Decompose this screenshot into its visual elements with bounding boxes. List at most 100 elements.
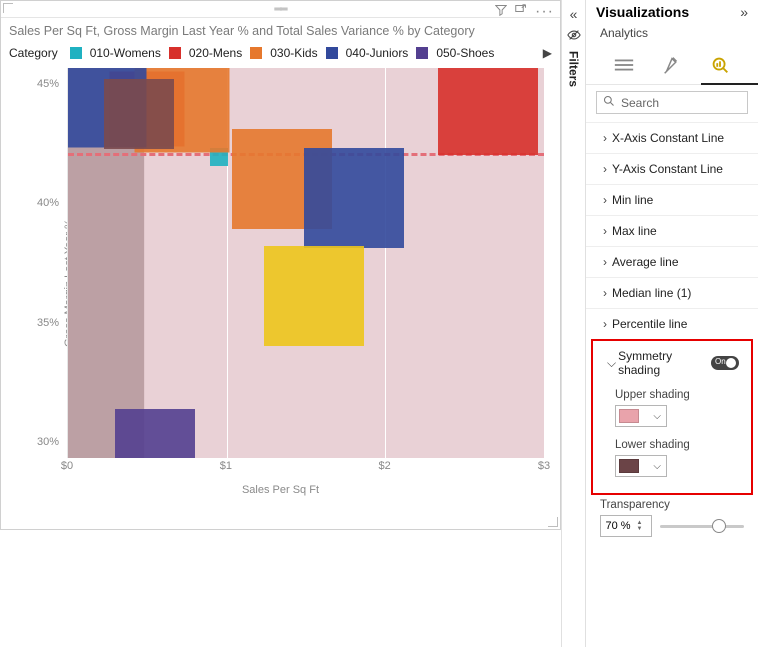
visualizations-title: Visualizations xyxy=(596,4,689,20)
y-tick: 35% xyxy=(35,317,59,329)
filters-visibility-icon[interactable] xyxy=(567,28,581,45)
x-axis-ticks: $0 $1 $2 $3 xyxy=(67,460,544,478)
y-tick: 40% xyxy=(35,197,59,209)
section-label: X-Axis Constant Line xyxy=(612,131,724,145)
resize-handle-tl[interactable] xyxy=(2,2,14,14)
section-label: Percentile line xyxy=(612,317,687,331)
chevron-down-icon: ⌵ xyxy=(653,411,661,422)
chart-visual-card: ══ ··· Sales Per Sq Ft, Gross Margin Las… xyxy=(0,0,561,530)
section-min-line[interactable]: › Min line xyxy=(586,184,758,215)
x-axis-title: Sales Per Sq Ft xyxy=(1,480,560,496)
lower-shading-color-picker[interactable]: ⌵ xyxy=(615,455,667,477)
x-tick: $3 xyxy=(538,460,550,472)
pane-tabs xyxy=(586,50,758,85)
legend-swatch xyxy=(70,47,82,59)
data-mark[interactable] xyxy=(264,246,364,346)
x-tick: $1 xyxy=(220,460,232,472)
search-input[interactable]: Search xyxy=(596,91,748,114)
chevron-right-icon: › xyxy=(598,255,612,269)
drag-grip-icon[interactable]: ══ xyxy=(274,4,286,15)
lower-shading-label: Lower shading xyxy=(593,435,751,451)
legend-swatch xyxy=(326,47,338,59)
data-mark[interactable] xyxy=(104,79,174,149)
section-label: Symmetry shading xyxy=(618,349,711,377)
transparency-label: Transparency xyxy=(586,495,758,511)
y-axis-ticks: 45% 40% 35% 30% xyxy=(31,68,63,458)
lower-shading-swatch xyxy=(619,459,639,473)
chevron-down-icon: ⌵ xyxy=(653,461,661,472)
toggle-on-label: On xyxy=(715,357,726,366)
chevron-right-icon: › xyxy=(598,131,612,145)
legend-swatch xyxy=(169,47,181,59)
legend-title: Category xyxy=(9,46,58,60)
search-icon xyxy=(603,95,615,110)
visualizations-pane: Visualizations » Analytics Search › X-Ax… xyxy=(585,0,758,647)
plot-area[interactable] xyxy=(67,68,544,458)
y-tick: 45% xyxy=(35,78,59,90)
data-mark[interactable] xyxy=(438,68,538,155)
tab-fields[interactable] xyxy=(600,50,648,84)
section-y-axis-constant-line[interactable]: › Y-Axis Constant Line xyxy=(586,153,758,184)
filters-pane-label[interactable]: Filters xyxy=(567,51,581,87)
chevron-right-icon: › xyxy=(598,162,612,176)
section-x-axis-constant-line[interactable]: › X-Axis Constant Line xyxy=(586,122,758,153)
x-tick: $0 xyxy=(61,460,73,472)
section-label: Max line xyxy=(612,224,657,238)
chevron-right-icon: › xyxy=(598,317,612,331)
section-label: Median line (1) xyxy=(612,286,691,300)
slider-thumb[interactable] xyxy=(712,519,726,533)
chevron-down-icon: ⌵ xyxy=(605,356,618,371)
section-symmetry-shading[interactable]: ⌵ Symmetry shading On xyxy=(593,341,751,385)
chart-legend: Category 010-Womens 020-Mens 030-Kids 04… xyxy=(1,40,560,68)
chevron-right-icon: › xyxy=(598,224,612,238)
y-tick: 30% xyxy=(35,436,59,448)
section-label: Y-Axis Constant Line xyxy=(612,162,723,176)
legend-label: 040-Juniors xyxy=(346,46,409,60)
active-tab-indicator xyxy=(701,83,758,85)
legend-label: 010-Womens xyxy=(90,46,161,60)
focus-mode-icon[interactable] xyxy=(515,3,527,21)
upper-shading-color-picker[interactable]: ⌵ xyxy=(615,405,667,427)
legend-label: 030-Kids xyxy=(270,46,317,60)
chevron-right-icon: › xyxy=(598,286,612,300)
slider-track xyxy=(660,525,744,528)
visual-toolbar: ··· xyxy=(495,3,554,21)
legend-label: 020-Mens xyxy=(189,46,242,60)
filters-pane-collapsed: « Filters xyxy=(561,0,585,647)
legend-label: 050-Shoes xyxy=(436,46,494,60)
symmetry-toggle[interactable]: On xyxy=(711,356,739,370)
chart-title: Sales Per Sq Ft, Gross Margin Last Year … xyxy=(1,18,560,40)
section-percentile-line[interactable]: › Percentile line xyxy=(586,308,758,339)
legend-swatch xyxy=(250,47,262,59)
transparency-slider[interactable] xyxy=(660,516,744,536)
transparency-input[interactable]: 70 % ▲▼ xyxy=(600,515,652,537)
gridline-v xyxy=(385,68,386,458)
symmetry-shading-highlight: ⌵ Symmetry shading On Upper shading ⌵ Lo… xyxy=(591,339,753,495)
section-median-line[interactable]: › Median line (1) xyxy=(586,277,758,308)
expand-filters-icon[interactable]: « xyxy=(570,6,578,22)
tab-analytics[interactable] xyxy=(696,50,744,84)
transparency-controls: 70 % ▲▼ xyxy=(586,511,758,537)
section-label: Average line xyxy=(612,255,679,269)
visualizations-header: Visualizations » xyxy=(586,0,758,22)
section-label: Min line xyxy=(612,193,653,207)
resize-handle-br[interactable] xyxy=(547,516,559,528)
transparency-value: 70 % xyxy=(605,520,630,532)
x-tick: $2 xyxy=(379,460,391,472)
visual-header: ══ xyxy=(1,1,560,18)
upper-shading-label: Upper shading xyxy=(593,385,751,401)
chevron-right-icon: › xyxy=(598,193,612,207)
data-mark[interactable] xyxy=(304,148,404,248)
analytics-subtitle: Analytics xyxy=(586,22,758,44)
section-average-line[interactable]: › Average line xyxy=(586,246,758,277)
collapse-pane-icon[interactable]: » xyxy=(740,4,748,20)
legend-scroll-right-icon[interactable]: ▶ xyxy=(543,46,552,60)
plot-area-wrapper: Gross Margin Last Year % 45% 40% 35% 30%… xyxy=(1,68,560,498)
more-options-icon[interactable]: ··· xyxy=(535,3,554,21)
section-max-line[interactable]: › Max line xyxy=(586,215,758,246)
tab-format[interactable] xyxy=(648,50,696,84)
spinner-buttons[interactable]: ▲▼ xyxy=(637,520,647,532)
filter-icon[interactable] xyxy=(495,3,507,21)
upper-shading-swatch xyxy=(619,409,639,423)
data-mark[interactable] xyxy=(115,409,195,458)
